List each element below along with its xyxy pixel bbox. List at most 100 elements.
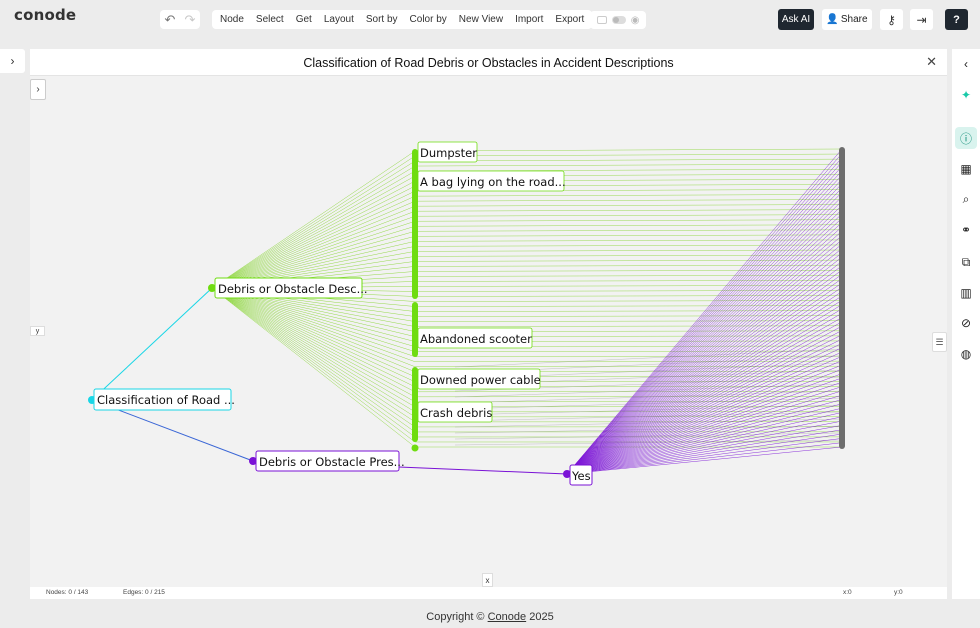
edge-description-to-sink [414, 350, 843, 352]
edge-description-to-sink [414, 209, 843, 212]
edge-desc-to-description [211, 287, 416, 387]
key-icon: ⚷ [887, 12, 896, 27]
chevron-right-icon: › [36, 84, 40, 95]
edge-description-to-sink [414, 219, 843, 222]
copyright-text: Copyright © [426, 611, 485, 623]
menu-export[interactable]: Export [549, 14, 590, 25]
edge-description-to-sink [414, 214, 843, 217]
pres-node-label[interactable]: Debris or Obstacle Pres... [259, 455, 405, 469]
graph-panel: Classification of Road ... Debris or Obs… [30, 49, 947, 599]
left-panel-toggle[interactable]: › [0, 49, 25, 73]
chevron-left-icon[interactable]: ‹ [955, 53, 977, 75]
edge-description-to-sink [414, 365, 843, 367]
info-icon[interactable]: ⓘ [955, 127, 977, 149]
help-button[interactable]: ? [945, 9, 968, 30]
menu-layout[interactable]: Layout [318, 14, 360, 25]
edge-yes-to-sink [566, 291, 843, 475]
edge-count: Edges: 0 / 215 [123, 589, 165, 596]
edge-yes-to-sink [566, 304, 843, 475]
edge-desc-to-description [211, 160, 416, 289]
graph-nodes-icon[interactable]: ⚭ [955, 219, 977, 241]
leaf-label-scooter[interactable]: Abandoned scooter [420, 332, 532, 346]
search-document-icon[interactable]: ⌕ [955, 188, 977, 210]
edges-purple [566, 148, 843, 475]
conode-link[interactable]: Conode [488, 611, 527, 623]
description-node-column [411, 149, 419, 452]
globe-icon[interactable]: ◍ [955, 343, 977, 365]
description-node-group [412, 302, 418, 357]
logout-button[interactable]: ⇥ [910, 9, 933, 30]
edge-description-to-sink [414, 315, 843, 317]
edge-desc-to-description [211, 287, 416, 403]
edge-description-to-sink [414, 325, 843, 327]
menu-import[interactable]: Import [509, 14, 549, 25]
desc-node-label[interactable]: Debris or Obstacle Desc... [218, 282, 368, 296]
palette-icon[interactable]: ◉ [631, 15, 640, 26]
filter-button[interactable]: ☰ [932, 332, 947, 352]
table-icon[interactable]: ▦ [955, 158, 977, 180]
shapes-icon[interactable]: ⧉ [955, 251, 977, 273]
edge-yes-to-sink [566, 265, 843, 475]
footer: Copyright © Conode 2025 [0, 611, 980, 623]
edge-desc-to-description [211, 287, 416, 398]
toggle-switch[interactable] [611, 16, 626, 24]
menu-get[interactable]: Get [290, 14, 318, 25]
menu-select[interactable]: Select [250, 14, 290, 25]
ask-ai-button[interactable]: Ask AI [778, 9, 814, 30]
node-count: Nodes: 0 / 143 [46, 589, 89, 596]
close-icon[interactable]: ✕ [926, 54, 937, 70]
edge-desc-to-description [211, 155, 416, 289]
leaf-label-bag[interactable]: A bag lying on the road... [420, 175, 566, 189]
app-logo[interactable]: conode [14, 6, 76, 24]
undo-icon[interactable]: ↶ [165, 12, 176, 28]
y-axis-tab[interactable]: y [30, 326, 45, 336]
share-label: Share [840, 14, 868, 25]
bar-chart-icon[interactable]: ▥ [955, 282, 977, 304]
graph-canvas[interactable]: Classification of Road ... Debris or Obs… [30, 49, 947, 587]
edge-desc-to-description [211, 287, 416, 428]
add-user-icon: 👤 [826, 14, 839, 25]
x-axis-tab[interactable]: x [482, 573, 493, 587]
edge-desc-to-description [211, 195, 416, 289]
edge-desc-to-description [211, 287, 416, 408]
share-button[interactable]: 👤 Share [822, 9, 872, 30]
leaf-label-crash-debris[interactable]: Crash debris [420, 406, 492, 420]
edge-yes-to-sink [566, 317, 843, 475]
logout-icon: ⇥ [916, 12, 927, 27]
expand-panel-button[interactable]: › [30, 79, 46, 100]
edge-description-to-sink [414, 158, 843, 162]
edge-description-to-sink [414, 204, 843, 207]
edge-desc-to-description [211, 287, 416, 413]
edge-desc-to-description [211, 200, 416, 289]
sparkle-icon[interactable]: ✦ [955, 84, 977, 106]
yes-node-label[interactable]: Yes [571, 469, 591, 483]
overlap-icon[interactable]: ⊘ [955, 312, 977, 334]
redo-icon[interactable]: ↷ [185, 12, 196, 28]
menu-sort-by[interactable]: Sort by [360, 14, 404, 25]
root-node-label[interactable]: Classification of Road ... [97, 393, 235, 407]
edge-yes-to-sink [566, 209, 843, 475]
edge-description-to-sink [414, 275, 843, 277]
leaf-label-power-cable[interactable]: Downed power cable [420, 373, 541, 387]
menu-new-view[interactable]: New View [453, 14, 509, 25]
key-button[interactable]: ⚷ [880, 9, 903, 30]
edge-desc-to-description [211, 150, 416, 289]
panel-header: Classification of Road Debris or Obstacl… [30, 49, 947, 76]
edge-description-to-sink [414, 199, 843, 202]
frame-icon[interactable] [596, 16, 607, 24]
menu-color-by[interactable]: Color by [404, 14, 453, 25]
edge-description-to-sink [414, 234, 843, 237]
edge-description-to-sink [414, 264, 843, 267]
filter-icon: ☰ [935, 336, 944, 347]
view-toggle-group: ◉ [590, 11, 646, 29]
description-node-group [412, 367, 418, 442]
edge-description-to-sink [414, 285, 843, 287]
description-node-group [412, 149, 418, 299]
leaf-label-dumpster[interactable]: Dumpster [420, 146, 477, 160]
edge-description-to-sink [414, 355, 843, 357]
edge-desc-to-description [211, 175, 416, 289]
edge-description-to-sink [414, 295, 843, 297]
edge-yes-to-sink [566, 256, 843, 475]
menu-node[interactable]: Node [214, 14, 250, 25]
top-bar: conode ↶ ↷ Node Select Get Layout Sort b… [0, 0, 980, 40]
